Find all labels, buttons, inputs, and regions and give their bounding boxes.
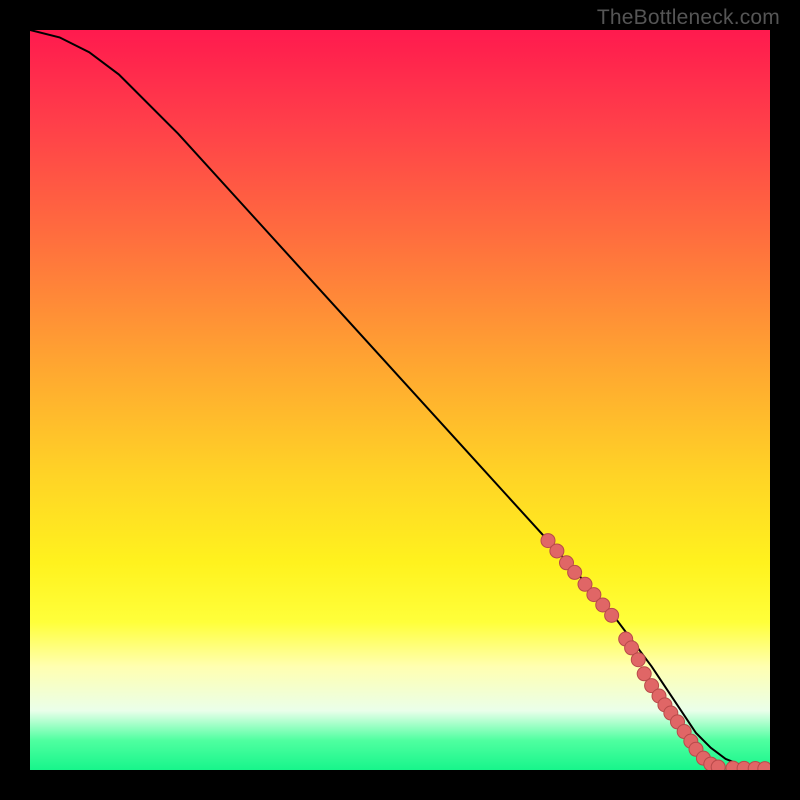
figure-frame: TheBottleneck.com <box>0 0 800 800</box>
watermark-text: TheBottleneck.com <box>597 6 780 30</box>
data-marker <box>550 544 564 558</box>
curve-layer <box>30 30 770 770</box>
marker-group <box>541 534 770 770</box>
data-marker <box>605 608 619 622</box>
data-marker <box>711 760 725 770</box>
data-marker <box>568 565 582 579</box>
bottleneck-curve <box>30 30 770 769</box>
plot-area <box>30 30 770 770</box>
data-marker <box>631 653 645 667</box>
